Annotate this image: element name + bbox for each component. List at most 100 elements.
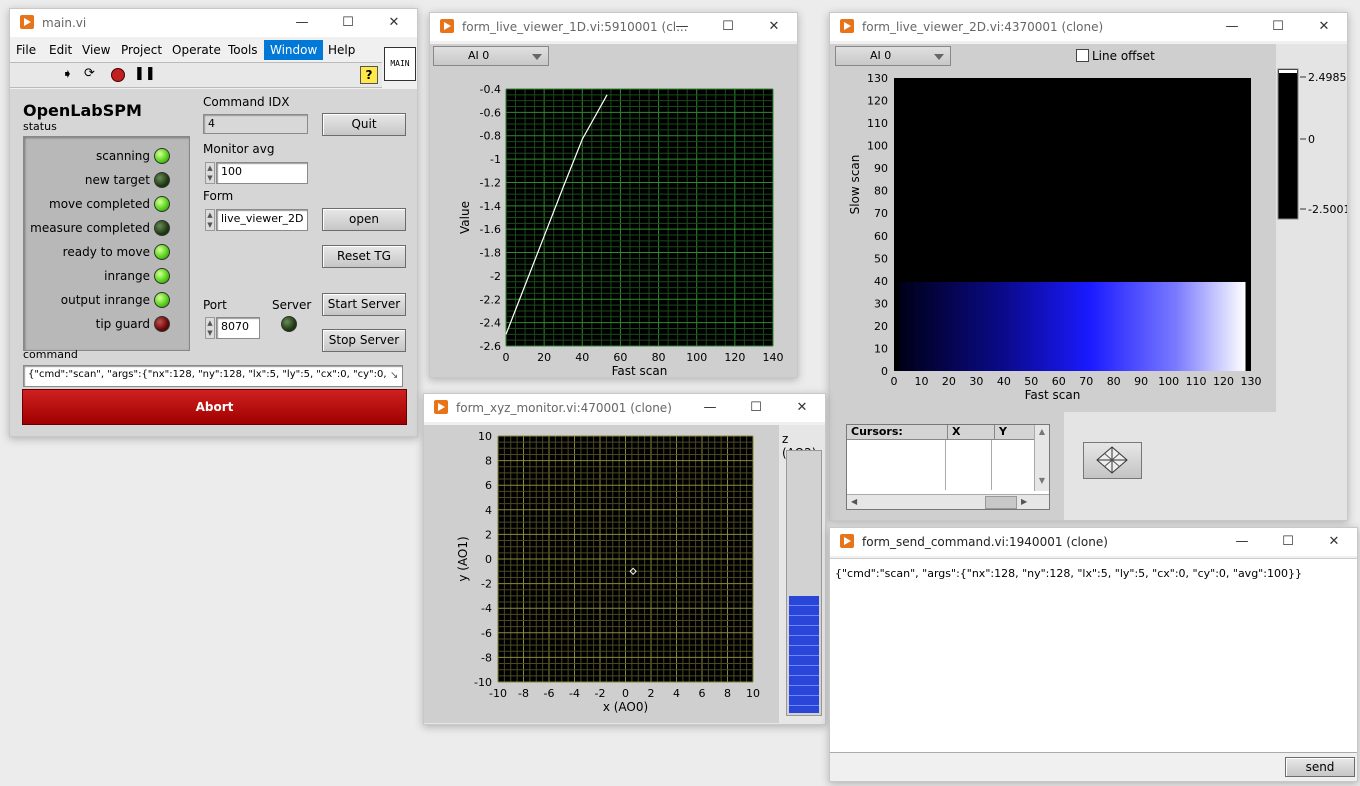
status-label: status (23, 120, 57, 133)
status-led (154, 172, 170, 188)
minimize-button[interactable]: — (1209, 13, 1255, 41)
x-tick-label: 10 (746, 687, 760, 700)
command-textarea[interactable]: {"cmd":"scan", "args":{"nx":128, "ny":12… (830, 558, 1357, 753)
status-label-text: measure completed (30, 221, 150, 235)
cursor-mover-button[interactable] (1083, 442, 1142, 479)
close-button[interactable]: ✕ (1301, 13, 1347, 41)
help-icon[interactable]: ? (360, 66, 378, 84)
run-arrow-icon[interactable]: ➧ (62, 67, 73, 82)
y-tick-label: -1 (490, 153, 501, 166)
status-led (154, 292, 170, 308)
x-tick-label: 80 (1107, 375, 1121, 388)
abort-execution-icon[interactable] (111, 68, 125, 82)
y-tick-label: -2.2 (480, 293, 501, 306)
y-axis-label: Value (458, 201, 472, 234)
intensity-graph: 0 10 20 30 40 50 60 70 80 90 100 110 120 130 0 10 20 30 40… (848, 68, 1347, 402)
menu-window[interactable]: Window (264, 40, 324, 60)
status-led (154, 148, 170, 164)
maximize-button[interactable]: ☐ (1255, 13, 1301, 41)
y-tick-label: -1.2 (480, 176, 501, 189)
cursor-header-x: X (948, 425, 995, 440)
run-continuously-icon[interactable]: ⟳ (84, 66, 95, 81)
menu-file[interactable]: File (16, 43, 36, 57)
maximize-button[interactable]: ☐ (733, 394, 779, 422)
port-label: Port (203, 298, 227, 312)
title-bar: form_send_command.vi:1940001 (clone) — ☐… (830, 528, 1357, 556)
status-row: scanning (24, 147, 189, 165)
pause-icon[interactable]: ❚❚ (134, 66, 156, 81)
y-tick-label: -0.4 (480, 83, 501, 96)
minimize-button[interactable]: — (659, 13, 705, 41)
port-stepper[interactable]: ▲ ▼ (205, 317, 215, 339)
status-label-text: tip guard (95, 317, 150, 331)
close-button[interactable]: ✕ (751, 13, 797, 41)
form-input[interactable]: live_viewer_2D (216, 209, 308, 231)
x-tick-label: 90 (1134, 375, 1148, 388)
title-bar: form_live_viewer_1D.vi:5910001 (cl... — … (430, 13, 797, 41)
maximize-button[interactable]: ☐ (1265, 528, 1311, 556)
maximize-button[interactable]: ☐ (325, 9, 371, 37)
menu-view[interactable]: View (82, 43, 110, 57)
abort-button[interactable]: Abort (22, 389, 407, 425)
maximize-button[interactable]: ☐ (705, 13, 751, 41)
x-axis-label: Fast scan (612, 364, 668, 377)
minimize-button[interactable]: — (1219, 528, 1265, 556)
minimize-button[interactable]: — (279, 9, 325, 37)
cursor-header-y: Y (995, 425, 1037, 440)
xyz-monitor-window: form_xyz_monitor.vi:470001 (clone) — ☐ ✕… (423, 393, 826, 725)
horizontal-scrollbar[interactable]: ◀ ▶ (847, 494, 1049, 509)
y-axis-label: y (AO1) (456, 536, 470, 581)
send-button[interactable]: send (1285, 757, 1355, 777)
labview-icon (840, 19, 854, 33)
x-tick-label: 40 (997, 375, 1011, 388)
close-button[interactable]: ✕ (371, 9, 417, 37)
x-tick-label: 2 (648, 687, 655, 700)
y-tick-label: 0 (485, 553, 492, 566)
menu-edit[interactable]: Edit (49, 43, 72, 57)
labview-icon (440, 19, 454, 33)
quit-button[interactable]: Quit (322, 113, 406, 136)
x-tick-label: 100 (686, 351, 707, 364)
monitor-avg-input[interactable]: 100 (216, 162, 308, 184)
close-button[interactable]: ✕ (779, 394, 825, 422)
reset-tg-button[interactable]: Reset TG (322, 245, 406, 268)
stop-server-button[interactable]: Stop Server (322, 329, 406, 352)
title-bar: main.vi — ☐ ✕ (10, 9, 417, 37)
y-tick-label: -2 (481, 578, 492, 591)
monitor-avg-stepper[interactable]: ▲ ▼ (205, 162, 215, 184)
title-bar: form_xyz_monitor.vi:470001 (clone) — ☐ ✕ (424, 394, 825, 422)
x-tick-label: 6 (699, 687, 706, 700)
command-idx-indicator: 4 (203, 114, 308, 134)
status-row: measure completed (24, 219, 189, 237)
x-tick-label: 40 (575, 351, 589, 364)
z-gauge (786, 450, 822, 716)
port-input[interactable]: 8070 (216, 317, 260, 339)
server-led (281, 316, 297, 332)
vertical-scrollbar[interactable]: ▲ ▼ (1034, 425, 1049, 491)
command-input[interactable]: {"cmd":"scan", "args":{"nx":128, "ny":12… (23, 365, 403, 387)
x-axis-label: Fast scan (1025, 388, 1081, 402)
window-title: form_live_viewer_2D.vi:4370001 (clone) (862, 20, 1104, 34)
start-server-button[interactable]: Start Server (322, 293, 406, 316)
x-tick-label: 4 (673, 687, 680, 700)
menu-tools[interactable]: Tools (228, 43, 258, 57)
x-tick-label: 100 (1158, 375, 1179, 388)
menu-bar: File Edit View Project Operate Tools Win… (10, 40, 380, 60)
y-tick-label: 50 (874, 252, 888, 265)
x-tick-label: 20 (537, 351, 551, 364)
y-tick-label: 30 (874, 297, 888, 310)
y-tick-label: 110 (867, 117, 888, 130)
y-tick-label: -8 (481, 651, 492, 664)
form-stepper[interactable]: ▲ ▼ (205, 209, 215, 231)
minimize-button[interactable]: — (687, 394, 733, 422)
form-label: Form (203, 189, 234, 203)
y-tick-label: 6 (485, 479, 492, 492)
open-button[interactable]: open (322, 208, 406, 231)
main-tag: MAIN (384, 47, 416, 81)
menu-operate[interactable]: Operate (172, 43, 221, 57)
status-row: move completed (24, 195, 189, 213)
y-tick-label: 2 (485, 528, 492, 541)
close-button[interactable]: ✕ (1311, 528, 1357, 556)
menu-project[interactable]: Project (121, 43, 162, 57)
menu-help[interactable]: Help (328, 43, 355, 57)
